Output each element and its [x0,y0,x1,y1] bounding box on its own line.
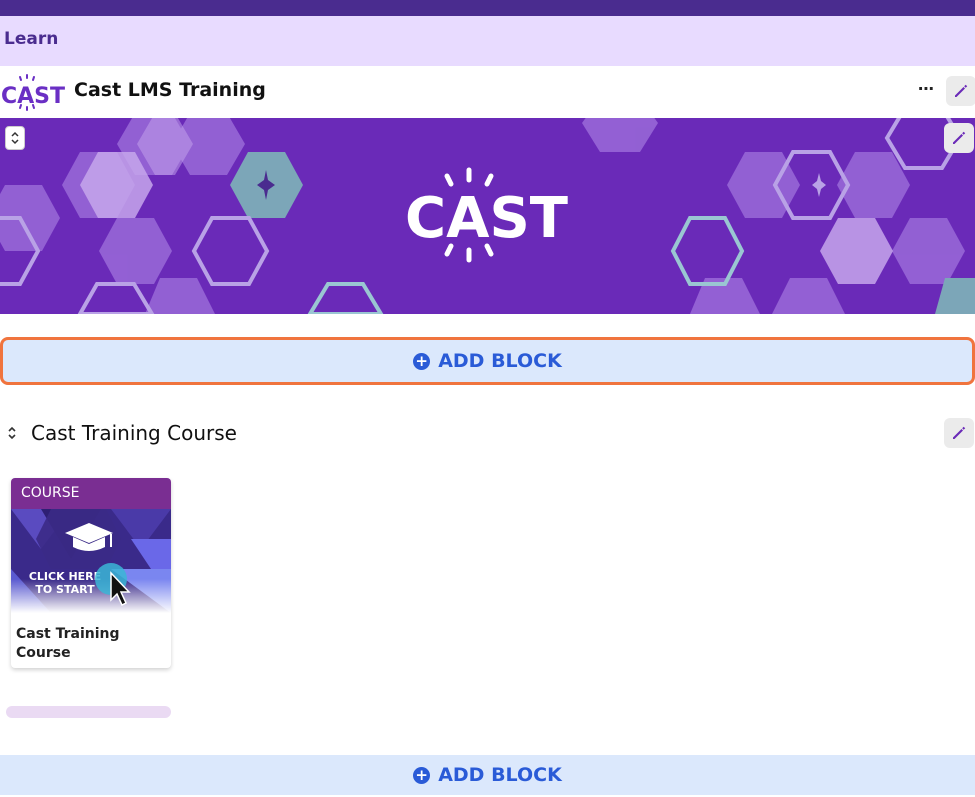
pencil-icon [955,84,968,97]
course-thumbnail: CLICK HERE TO START [11,509,171,613]
course-card-header: COURSE [11,478,171,509]
plus-circle-icon: + [413,352,431,370]
plus-circle-icon: + [413,766,431,784]
cast-logo[interactable]: CAST [0,74,70,112]
site-header: CAST Cast LMS Training ⋯ [0,66,975,118]
edit-header-button[interactable] [946,76,975,106]
top-bar [0,0,975,16]
add-block-button-top[interactable]: + ADD BLOCK [0,337,975,385]
section-reorder-handle[interactable] [5,424,19,443]
chevron-up-down-icon [11,131,19,145]
course-card[interactable]: COURSE CLICK HERE TO START Cast Training… [11,478,171,668]
course-type-label: COURSE [21,485,80,501]
hero-banner: CAST [0,118,975,314]
edit-banner-button[interactable] [944,123,974,153]
hexagon-pattern: CAST [0,118,975,314]
logo-text: CAST [1,84,65,109]
add-block-button-bottom[interactable]: + ADD BLOCK [0,755,975,795]
thumbnail-text-line2: TO START [35,583,95,596]
add-block-label: ADD BLOCK [438,764,562,786]
site-title: Cast LMS Training [74,79,266,101]
more-options-button[interactable]: ⋯ [912,78,940,104]
add-block-label: ADD BLOCK [438,350,562,372]
learn-title[interactable]: Learn [4,29,58,49]
chevron-up-down-icon [8,426,16,440]
banner-logo-text: CAST [405,186,568,251]
banner-reorder-handle[interactable] [5,126,25,150]
pencil-icon [953,131,966,144]
pencil-icon [953,426,966,439]
learn-bar: Learn [0,16,975,66]
thumbnail-text-line1: CLICK HERE [29,570,101,583]
course-name: Cast Training Course [16,626,120,661]
section-title: Cast Training Course [31,421,237,445]
loading-placeholder-bar [6,706,171,718]
edit-section-button[interactable] [944,418,974,448]
